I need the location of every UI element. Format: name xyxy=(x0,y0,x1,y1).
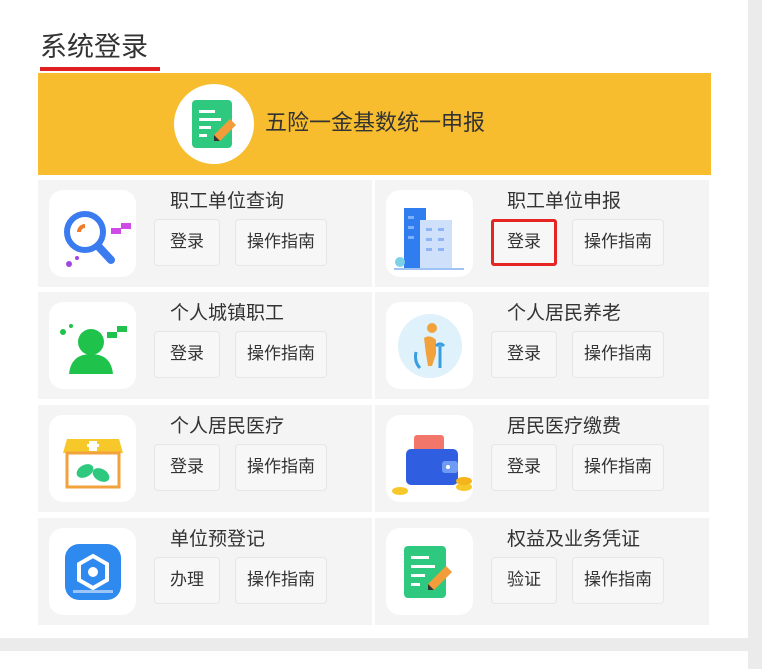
guide-button[interactable]: 操作指南 xyxy=(235,331,327,378)
card-title: 个人居民医疗 xyxy=(170,415,285,437)
card-title: 单位预登记 xyxy=(170,528,266,550)
elderly-cane-icon xyxy=(386,302,473,389)
card-rights-business-voucher: 权益及业务凭证 验证 操作指南 xyxy=(375,518,709,625)
card-employer-query: 职工单位查询 登录 操作指南 xyxy=(38,180,372,287)
next-panel-edge xyxy=(0,651,748,669)
banner-five-insurance-declaration[interactable]: 五险一金基数统一申报 xyxy=(38,73,711,175)
guide-button[interactable]: 操作指南 xyxy=(572,331,664,378)
process-button[interactable]: 办理 xyxy=(154,557,220,604)
card-title: 权益及业务凭证 xyxy=(507,528,641,550)
login-button[interactable]: 登录 xyxy=(491,331,557,378)
card-title: 职工单位申报 xyxy=(507,190,622,212)
banner-label: 五险一金基数统一申报 xyxy=(265,111,486,136)
card-title: 居民医疗缴费 xyxy=(507,415,622,437)
main-panel: 系统登录 五险一金基数统一申报 职工单位查询 登录 操作指南 职工单位申报 登录… xyxy=(0,0,748,638)
document-edit-icon xyxy=(386,528,473,615)
guide-button[interactable]: 操作指南 xyxy=(572,557,664,604)
card-title: 个人城镇职工 xyxy=(170,302,285,324)
person-chat-icon xyxy=(49,302,136,389)
card-resident-pension: 个人居民养老 登录 操作指南 xyxy=(375,292,709,399)
card-employer-preregistration: 单位预登记 办理 操作指南 xyxy=(38,518,372,625)
page-title: 系统登录 xyxy=(40,32,148,63)
wallet-coins-icon xyxy=(386,415,473,502)
card-employer-declaration: 职工单位申报 登录 操作指南 xyxy=(375,180,709,287)
guide-button[interactable]: 操作指南 xyxy=(235,444,327,491)
search-magnifier-icon xyxy=(49,190,136,277)
login-button[interactable]: 登录 xyxy=(154,331,220,378)
form-edit-icon xyxy=(174,84,254,164)
title-underline xyxy=(40,67,160,71)
gear-badge-icon xyxy=(49,528,136,615)
guide-button[interactable]: 操作指南 xyxy=(235,557,327,604)
card-title: 个人居民养老 xyxy=(507,302,622,324)
card-resident-medical: 个人居民医疗 登录 操作指南 xyxy=(38,405,372,512)
login-button[interactable]: 登录 xyxy=(154,219,220,266)
login-button[interactable]: 登录 xyxy=(154,444,220,491)
guide-button[interactable]: 操作指南 xyxy=(572,444,664,491)
login-button[interactable]: 登录 xyxy=(491,444,557,491)
office-building-icon xyxy=(386,190,473,277)
card-resident-medical-payment: 居民医疗缴费 登录 操作指南 xyxy=(375,405,709,512)
login-button-highlighted[interactable]: 登录 xyxy=(491,219,557,266)
guide-button[interactable]: 操作指南 xyxy=(235,219,327,266)
pharmacy-store-icon xyxy=(49,415,136,502)
verify-button[interactable]: 验证 xyxy=(491,557,557,604)
card-title: 职工单位查询 xyxy=(170,190,285,212)
card-urban-employee: 个人城镇职工 登录 操作指南 xyxy=(38,292,372,399)
guide-button[interactable]: 操作指南 xyxy=(572,219,664,266)
